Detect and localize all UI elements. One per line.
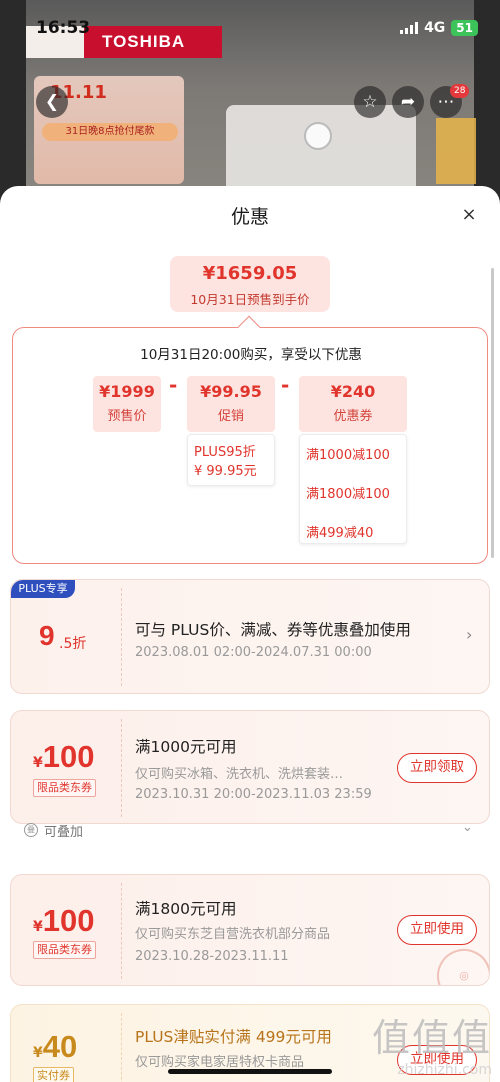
status-indicators: 4G 51: [400, 20, 478, 36]
calc-header: 10月31日20:00购买，享受以下优惠: [140, 347, 362, 363]
coupon-detail-box: 满1000减100 满1800减100 满499减40: [299, 434, 407, 544]
coupon-description: 仅可购买家电家居特权卡商品: [135, 1055, 305, 1070]
use-coupon-button[interactable]: 立即使用: [397, 915, 477, 945]
received-stamp-icon: ◎: [429, 941, 489, 985]
plus-tag: PLUS专享: [11, 580, 75, 598]
coupon-total-label: 优惠券: [333, 409, 373, 424]
chevron-right-icon[interactable]: ›: [466, 625, 472, 644]
discount-sheet: 优惠 × ¥1659.05 10月31日预售到手价 10月31日20:00购买，…: [0, 186, 500, 1082]
back-icon[interactable]: ❮: [36, 86, 68, 118]
coupon-title: 满1000元可用: [135, 738, 237, 756]
sheet-title: 优惠: [230, 206, 269, 228]
status-time: 16:53: [36, 18, 91, 38]
coupon-card: ¥100 限品类东券 满1800元可用 仅可购买东芝自营洗衣机部分商品 2023…: [10, 874, 490, 986]
coupon-card: ¥100 限品类东券 满1000元可用 仅可购买冰箱、洗衣机、洗烘套装… 202…: [10, 710, 490, 824]
chevron-down-icon[interactable]: ⌄: [462, 820, 473, 835]
coupon-cell: ¥240 优惠券: [299, 376, 407, 432]
minus-sign: -: [169, 373, 178, 397]
scrollbar[interactable]: [491, 268, 494, 558]
presale-price-value: ¥1999: [99, 382, 155, 401]
coupon-amount-number: 40: [42, 1029, 78, 1064]
watermark: 值值值 zhizhizhi.com: [372, 1007, 492, 1078]
notification-badge: 28: [450, 84, 470, 98]
watermark-url: zhizhizhi.com: [397, 1062, 492, 1078]
battery-icon: 51: [451, 20, 478, 36]
plus-discount-suffix: .5折: [59, 636, 87, 652]
coupon-description: 仅可购买冰箱、洗衣机、洗烘套装…: [135, 767, 344, 782]
network-label: 4G: [424, 20, 446, 36]
star-icon[interactable]: ☆: [354, 86, 386, 118]
signal-icon: [400, 22, 419, 34]
coupon-amount: ¥40: [33, 1029, 77, 1065]
close-icon[interactable]: ×: [458, 204, 480, 226]
side-price-tag: [436, 118, 476, 184]
stack-icon: 叠: [24, 823, 38, 837]
plus-discount-card[interactable]: PLUS专享 9 .5折 可与 PLUS价、满减、券等优惠叠加使用 2023.0…: [10, 579, 490, 694]
promotion-value: ¥99.95: [200, 382, 262, 401]
card-divider: [121, 588, 122, 686]
price-calculation-box: 10月31日20:00购买，享受以下优惠 ¥1999 预售价 - ¥99.95 …: [12, 327, 488, 564]
coupon-detail-line: 满499减40: [306, 526, 374, 541]
plus-title: 可与 PLUS价、满减、券等优惠叠加使用: [135, 621, 411, 639]
coupon-type-tag: 限品类东券: [33, 941, 96, 959]
home-indicator[interactable]: [168, 1069, 332, 1074]
claim-coupon-button[interactable]: 立即领取: [397, 753, 477, 783]
final-price-box: ¥1659.05 10月31日预售到手价: [170, 256, 330, 312]
final-price-note: 10月31日预售到手价: [190, 292, 310, 307]
coupon-amount-number: 100: [42, 739, 95, 774]
coupon-amount-number: 100: [42, 903, 95, 938]
minus-sign: -: [281, 373, 290, 397]
washer-knob: [304, 122, 332, 150]
promotion-detail-line: ¥ 99.95元: [194, 464, 257, 479]
coupon-detail-line: 满1000减100: [306, 448, 390, 463]
coupon-date: 2023.10.31 20:00-2023.11.03 23:59: [135, 787, 372, 802]
stackable-label: 可叠加: [44, 825, 84, 840]
coupon-type-tag: 实付券: [33, 1067, 74, 1082]
coupon-title: PLUS津贴实付满 499元可用: [135, 1028, 332, 1046]
promotion-label: 促销: [217, 409, 244, 424]
presale-price-cell: ¥1999 预售价: [93, 376, 161, 432]
coupon-total-value: ¥240: [330, 382, 376, 401]
currency-symbol: ¥: [33, 1045, 43, 1061]
promo-subtitle: 31日晚8点抢付尾款: [42, 123, 178, 141]
brand-name: TOSHIBA: [102, 32, 186, 51]
share-icon[interactable]: ➦: [392, 86, 424, 118]
promotion-cell: ¥99.95 促销: [187, 376, 275, 432]
coupon-title: 满1800元可用: [135, 900, 237, 918]
coupon-date: 2023.10.28-2023.11.11: [135, 949, 289, 964]
promotion-detail-line: PLUS95折: [194, 445, 256, 460]
promotion-detail-box: PLUS95折 ¥ 99.95元: [187, 434, 275, 486]
coupon-amount: ¥100: [33, 903, 94, 939]
card-divider: [121, 883, 122, 979]
stackable-row[interactable]: 叠 可叠加 ⌄: [10, 816, 490, 844]
final-price: ¥1659.05: [202, 263, 298, 284]
coupon-type-tag: 限品类东券: [33, 779, 96, 797]
currency-symbol: ¥: [33, 919, 43, 935]
plus-discount-number: 9: [39, 620, 55, 651]
coupon-description: 仅可购买东芝自营洗衣机部分商品: [135, 927, 331, 942]
watermark-logo: 值值值: [371, 1016, 492, 1060]
card-divider: [121, 719, 122, 817]
plus-date: 2023.08.01 02:00-2024.07.31 00:00: [135, 645, 372, 660]
currency-symbol: ¥: [33, 755, 43, 771]
coupon-amount: ¥100: [33, 739, 94, 775]
card-divider: [121, 1013, 122, 1082]
coupon-detail-line: 满1800减100: [306, 487, 390, 502]
presale-price-label: 预售价: [107, 409, 147, 424]
